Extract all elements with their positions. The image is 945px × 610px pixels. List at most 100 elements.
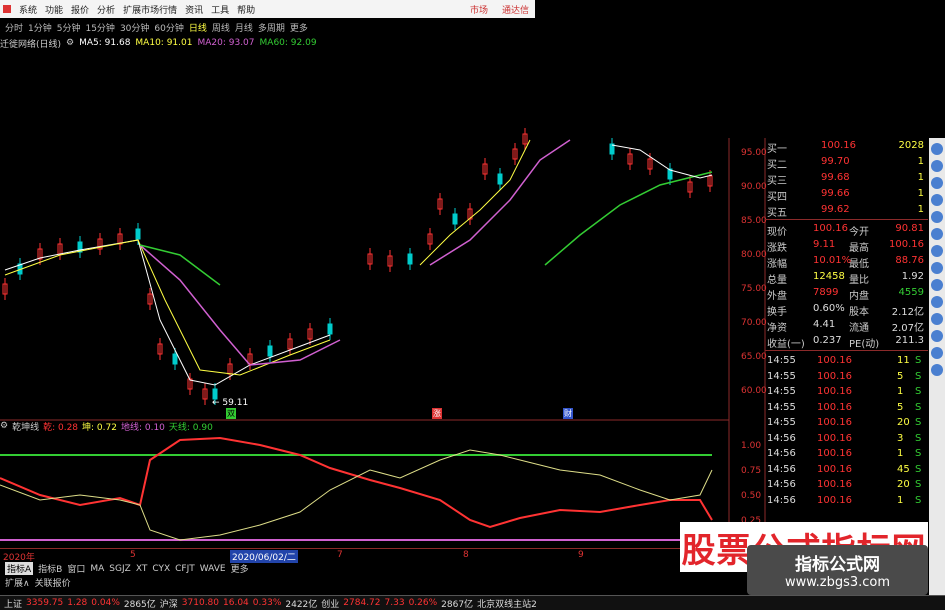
date-tick: 5 xyxy=(130,550,136,560)
tool-icon[interactable] xyxy=(931,364,943,376)
indicator-tab[interactable]: WAVE xyxy=(200,564,226,574)
indicator-tab[interactable]: SGJZ xyxy=(109,564,131,574)
tick-time: 14:55 xyxy=(767,370,796,382)
tick-time: 14:55 xyxy=(767,355,796,366)
extension-toggle[interactable]: 扩展∧ xyxy=(5,576,30,589)
tick-row: 14:55 100.16 11 S xyxy=(765,354,928,370)
stat-row: 现价 100.16 今开 90.81 xyxy=(765,221,928,238)
tick-price: 100.16 xyxy=(817,463,852,475)
tool-icon[interactable] xyxy=(931,262,943,274)
indicator-tab[interactable]: 指标B xyxy=(38,562,62,575)
event-marker[interactable]: 涨 xyxy=(432,408,442,419)
tick-time: 14:56 xyxy=(767,494,796,506)
tick-time: 14:56 xyxy=(767,463,796,475)
watermark-title: 指标公式网 xyxy=(795,555,880,575)
status-item: 1.28 xyxy=(67,598,88,608)
tool-icon[interactable] xyxy=(931,296,943,308)
stat-value: 10.01% xyxy=(813,255,852,266)
settings-icon[interactable]: ⚙ xyxy=(0,421,8,431)
stat-row: 收益(一) 0.237 PE(动) 211.3 xyxy=(765,333,928,350)
stat-label: 内盘 xyxy=(849,291,869,302)
tick-price: 100.16 xyxy=(817,479,852,490)
date-tick: 9 xyxy=(578,550,584,560)
bid-price: 99.68 xyxy=(821,172,850,183)
stat-value: 2.07亿 xyxy=(891,323,924,334)
stat-label: PE(动) xyxy=(849,339,880,350)
status-item: 0.04% xyxy=(91,598,120,608)
status-item: 0.26% xyxy=(408,598,438,608)
stat-row: 涨幅 10.01% 最低 88.76 xyxy=(765,253,928,270)
tick-side: S xyxy=(915,448,922,459)
bid-volume: 1 xyxy=(917,156,924,167)
low-price-marker: ← 59.11 xyxy=(212,398,249,408)
tick-time: 14:55 xyxy=(767,386,796,397)
tick-row: 14:56 100.16 45 S xyxy=(765,463,928,479)
indicator-value: 天线: 0.90 xyxy=(168,422,213,433)
stat-row: 外盘 7899 内盘 4559 xyxy=(765,285,928,302)
tick-price: 100.16 xyxy=(817,448,852,459)
tool-icon[interactable] xyxy=(931,228,943,240)
bid-price: 100.16 xyxy=(821,140,856,151)
indicator-tab[interactable]: 指标A xyxy=(5,562,34,575)
tool-icon[interactable] xyxy=(931,211,943,223)
tick-price: 100.16 xyxy=(817,355,852,366)
tick-row: 14:55 100.16 1 S xyxy=(765,385,928,401)
stat-label: 最低 xyxy=(849,259,869,270)
tool-icon[interactable] xyxy=(931,160,943,172)
tick-side: S xyxy=(915,463,922,475)
bid-row: 买四 99.66 1 xyxy=(765,186,928,203)
stat-value: 0.237 xyxy=(813,335,842,346)
stat-label: 换手 xyxy=(767,307,787,318)
watermark-url: www.zbgs3.com xyxy=(784,575,891,590)
tick-time: 14:56 xyxy=(767,432,796,444)
stat-row: 净资 4.41 流通 2.07亿 xyxy=(765,317,928,334)
stat-value: 100.16 xyxy=(813,223,848,234)
status-item: 上证 xyxy=(4,599,23,610)
tick-price: 100.16 xyxy=(817,386,852,397)
indicator-tab[interactable]: CYX xyxy=(152,564,170,574)
tool-icon[interactable] xyxy=(931,347,943,359)
status-item: 北京双线主站2 xyxy=(477,599,537,610)
stat-label: 现价 xyxy=(767,227,787,238)
stat-value: 2.12亿 xyxy=(891,307,924,318)
tool-icon[interactable] xyxy=(931,330,943,342)
indicator-tab[interactable]: 更多 xyxy=(231,562,249,575)
price-tick: 65.00 xyxy=(741,352,767,362)
bid-label: 买五 xyxy=(767,208,787,219)
tick-side: S xyxy=(915,386,922,397)
tick-price: 100.16 xyxy=(817,432,852,444)
event-marker[interactable]: 双 xyxy=(226,408,236,419)
event-marker[interactable]: 财 xyxy=(563,408,573,419)
bid-row: 买五 99.62 1 xyxy=(765,202,928,219)
tool-icon[interactable] xyxy=(931,279,943,291)
price-tick: 60.00 xyxy=(741,386,767,396)
indicator-tab[interactable]: 窗口 xyxy=(67,562,85,575)
tool-icon[interactable] xyxy=(931,245,943,257)
tick-volume: 11 xyxy=(897,355,910,366)
tick-row: 14:56 100.16 3 S xyxy=(765,432,928,448)
tick-price: 100.16 xyxy=(817,417,852,428)
related-quotes-tab[interactable]: 关联报价 xyxy=(35,576,71,589)
indicator-value: 坤: 0.72 xyxy=(82,422,117,433)
tool-icon[interactable] xyxy=(931,313,943,325)
tool-icon[interactable] xyxy=(931,194,943,206)
tick-row: 14:55 100.16 5 S xyxy=(765,401,928,417)
tool-icon[interactable] xyxy=(931,143,943,155)
indicator-tab[interactable]: XT xyxy=(136,564,148,574)
tick-volume: 1 xyxy=(897,494,904,506)
tick-side: S xyxy=(915,401,922,413)
indicator-tab[interactable]: MA xyxy=(90,564,104,574)
tick-volume: 5 xyxy=(897,370,904,382)
tick-volume: 20 xyxy=(897,417,910,428)
tick-row: 14:55 100.16 20 S xyxy=(765,416,928,432)
ma20-line xyxy=(429,139,571,266)
date-tick: 7 xyxy=(337,550,343,560)
bid-row: 买二 99.70 1 xyxy=(765,154,928,171)
tick-price: 100.16 xyxy=(817,494,852,506)
indicator-tab[interactable]: CFJT xyxy=(175,564,195,574)
tool-icon[interactable] xyxy=(931,177,943,189)
stat-value: 100.16 xyxy=(889,239,924,250)
price-tick: 70.00 xyxy=(741,318,767,328)
stat-label: 量比 xyxy=(849,275,869,286)
stat-value: 7899 xyxy=(813,287,839,298)
